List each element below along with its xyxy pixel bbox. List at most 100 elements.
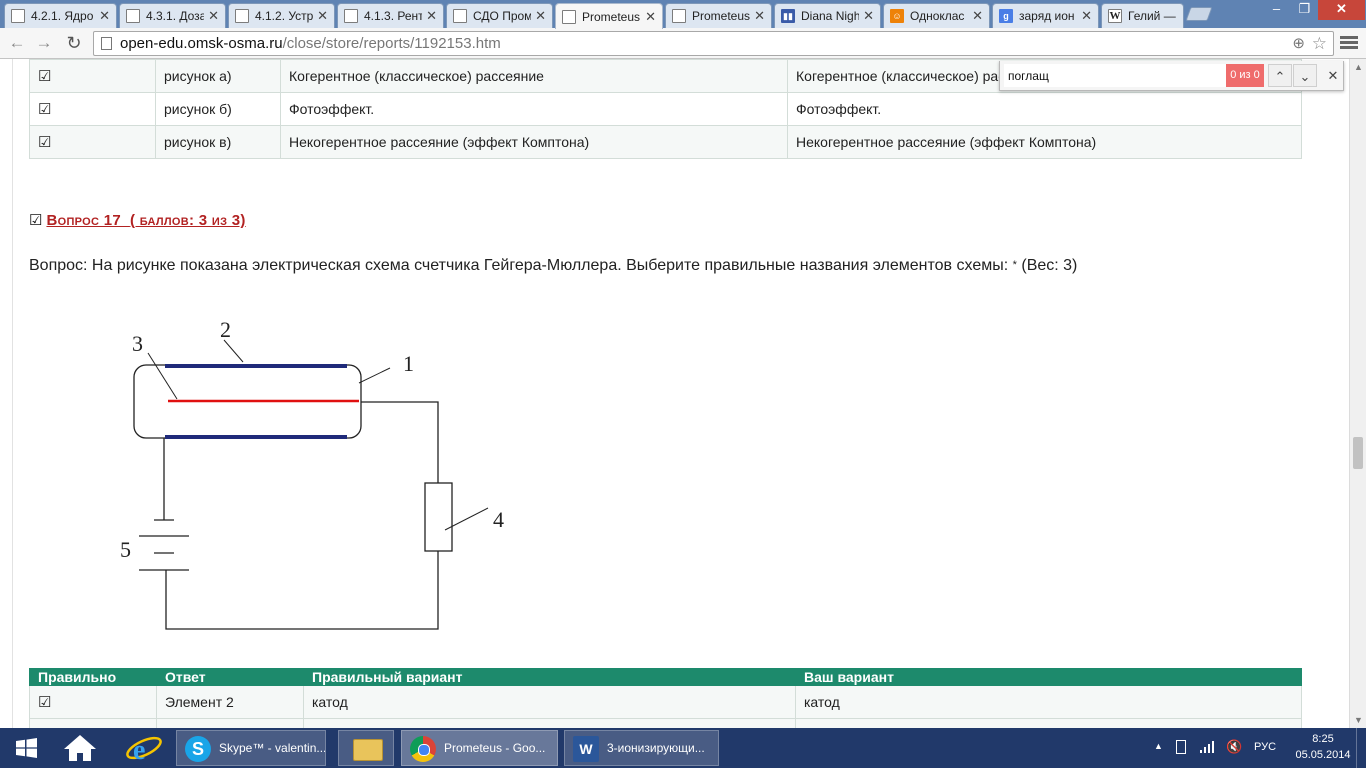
back-arrow-icon[interactable]: ←	[6, 32, 28, 54]
tab-11[interactable]: W Гелий — В	[1101, 3, 1184, 28]
close-icon[interactable]: ✕	[535, 8, 546, 24]
taskbar-word[interactable]: W 3-ионизирующи...	[564, 730, 719, 766]
tab-8[interactable]: ▮▮ Diana Nigh ✕	[774, 3, 881, 28]
home-icon[interactable]	[52, 730, 108, 766]
find-close-icon[interactable]: ✕	[1324, 64, 1342, 87]
answer-cell: Элемент 2	[156, 685, 304, 719]
tray-expand-icon[interactable]: ▲	[1154, 741, 1163, 751]
answer-cell: рисунок а)	[155, 59, 281, 93]
resistor	[424, 482, 453, 552]
bookmark-star-icon[interactable]: ☆	[1312, 32, 1327, 55]
wikipedia-icon: W	[1108, 9, 1122, 23]
tab-6-active[interactable]: Prometeus ✕	[555, 3, 663, 29]
action-center-icon[interactable]	[1176, 740, 1186, 754]
address-bar[interactable]: open-edu.omsk-osma.ru/close/store/report…	[93, 31, 1334, 56]
check-icon: ☑	[29, 685, 157, 719]
close-icon[interactable]: ✕	[972, 8, 983, 24]
tab-strip: 4.2.1. Ядро ✕ 4.3.1. Доза ✕ 4.1.2. Устр …	[0, 0, 1366, 29]
tab-10[interactable]: g заряд ион ✕	[992, 3, 1099, 28]
show-desktop-button[interactable]	[1356, 728, 1366, 768]
vertical-scrollbar[interactable]: ▲ ▼	[1349, 59, 1366, 728]
empty-cell	[29, 718, 157, 728]
tab-4[interactable]: 4.1.3. Рент ✕	[337, 3, 444, 28]
google-icon: g	[999, 9, 1013, 23]
yours-cell: Некогерентное рассеяние (эффект Комптона…	[787, 125, 1302, 159]
system-tray: ▲ 🔇 РУС 8:25 05.05.2014	[1150, 728, 1366, 768]
tab-1[interactable]: 4.2.1. Ядро ✕	[4, 3, 117, 28]
check-icon: ☑	[29, 92, 156, 126]
tab-5[interactable]: СДО Пром ✕	[446, 3, 553, 28]
find-next-button[interactable]: ⌄	[1293, 64, 1317, 87]
new-tab-button[interactable]	[1185, 7, 1213, 21]
table-row	[29, 718, 1302, 728]
zoom-icon[interactable]: ⊕	[1292, 32, 1305, 55]
leader-line	[223, 339, 244, 363]
find-input[interactable]	[1004, 64, 1226, 87]
skype-icon: S	[185, 736, 211, 762]
question-body: Вопрос: На рисунке показана электрическа…	[29, 257, 1009, 274]
tab-2[interactable]: 4.3.1. Доза ✕	[119, 3, 226, 28]
tab-3[interactable]: 4.1.2. Устр ✕	[228, 3, 335, 28]
column-header: Правильно	[29, 668, 157, 686]
check-icon: ☑	[29, 125, 156, 159]
blog-icon: ▮▮	[781, 9, 795, 23]
required-mark: *	[1012, 259, 1017, 271]
clock-time[interactable]: 8:25	[1298, 733, 1348, 745]
taskbar-word-label: 3-ионизирующи...	[607, 741, 705, 755]
empty-cell	[156, 718, 304, 728]
find-previous-button[interactable]: ⌃	[1268, 64, 1292, 87]
close-icon[interactable]: ✕	[317, 8, 328, 24]
close-icon[interactable]: ✕	[426, 8, 437, 24]
scroll-up-arrow-icon[interactable]: ▲	[1354, 62, 1363, 72]
tab-title: заряд ион	[1019, 9, 1075, 23]
taskbar-chrome[interactable]: Prometeus - Goo...	[401, 730, 558, 766]
url-text[interactable]: open-edu.omsk-osma.ru/close/store/report…	[120, 32, 501, 55]
tab-7[interactable]: Prometeus ✕	[665, 3, 772, 28]
taskbar-skype[interactable]: S Skype™ - valentin...	[176, 730, 326, 766]
word-icon: W	[573, 736, 599, 762]
leader-line	[358, 367, 391, 384]
reload-icon[interactable]: ↻	[63, 32, 85, 54]
maximize-button[interactable]: ❐	[1290, 0, 1319, 20]
correct-cell: Некогерентное рассеяние (эффект Комптона…	[280, 125, 788, 159]
network-signal-icon[interactable]	[1200, 741, 1214, 753]
find-match-count: 0 из 0	[1226, 64, 1264, 87]
url-host: open-edu.omsk-osma.ru	[120, 35, 283, 52]
close-icon[interactable]: ✕	[645, 9, 656, 25]
url-path: /close/store/reports/1192153.htm	[282, 35, 501, 52]
close-icon[interactable]: ✕	[754, 8, 765, 24]
close-icon[interactable]: ✕	[99, 8, 110, 24]
windows-start-icon[interactable]	[6, 730, 46, 766]
page-icon	[235, 9, 249, 23]
close-icon[interactable]: ✕	[1081, 8, 1092, 24]
report-content: ☑ рисунок а) Когерентное (классическое) …	[12, 59, 1349, 728]
page-icon	[453, 9, 467, 23]
correct-cell: Фотоэффект.	[280, 92, 788, 126]
question-link[interactable]: Вопрос 17 ( баллов: 3 из 3)	[46, 212, 245, 229]
language-indicator[interactable]: РУС	[1254, 741, 1276, 753]
internet-explorer-icon[interactable]: e	[118, 730, 170, 766]
taskbar-file-explorer[interactable]	[338, 730, 394, 766]
window-close-button[interactable]: ✕	[1318, 0, 1365, 20]
circuit-wire-right	[361, 401, 439, 483]
close-icon[interactable]: ✕	[208, 8, 219, 24]
answer-cell: рисунок б)	[155, 92, 281, 126]
clock-date[interactable]: 05.05.2014	[1292, 749, 1354, 761]
tab-title: Prometeus	[692, 9, 751, 23]
scroll-down-arrow-icon[interactable]: ▼	[1354, 715, 1363, 725]
yours-cell: Фотоэффект.	[787, 92, 1302, 126]
menu-icon[interactable]	[1340, 34, 1358, 52]
tab-title: СДО Пром	[473, 9, 532, 23]
scrollbar-thumb[interactable]	[1353, 437, 1363, 469]
page-icon	[126, 9, 140, 23]
tab-title: 4.2.1. Ядро	[31, 9, 94, 23]
minimize-button[interactable]: –	[1262, 0, 1291, 20]
tab-title: Гелий — В	[1128, 9, 1177, 23]
tab-9[interactable]: ☺ Одноклас ✕	[883, 3, 990, 28]
forward-arrow-icon[interactable]: →	[33, 32, 55, 54]
question-title: Вопрос 17	[46, 212, 121, 229]
close-icon[interactable]: ✕	[863, 8, 874, 24]
volume-muted-icon[interactable]: 🔇	[1226, 739, 1242, 755]
tab-title: 4.1.2. Устр	[255, 9, 314, 23]
page-icon	[11, 9, 25, 23]
